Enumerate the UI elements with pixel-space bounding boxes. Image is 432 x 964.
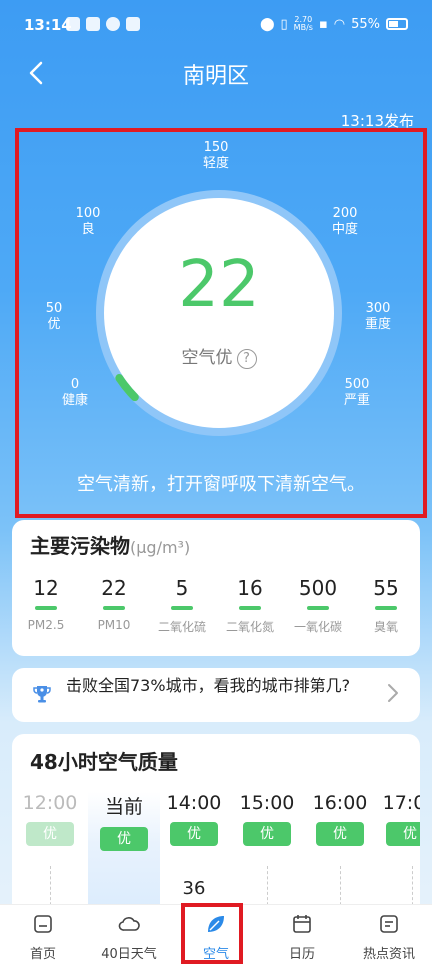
- nav-label: 40日天气: [101, 947, 157, 962]
- info-icon: [106, 17, 120, 31]
- pollutant-co[interactable]: 500 一氧化碳: [284, 576, 352, 635]
- sim-icon: ▪: [318, 16, 328, 32]
- nav-item-calendar[interactable]: 日历: [259, 905, 345, 964]
- hour-aqi-value: 36: [182, 878, 206, 899]
- pollutant-pm25[interactable]: 12 PM2.5: [12, 576, 80, 635]
- net-speed: 2.70 MB/s: [294, 16, 313, 32]
- pollutants-title: 主要污染物(μg/m³): [30, 530, 190, 559]
- pollutant-value: 12: [33, 576, 59, 600]
- wifi-icon: ◠: [333, 16, 346, 32]
- pollutant-pm10[interactable]: 22 PM10: [80, 576, 148, 635]
- nav-label: 首页: [29, 947, 56, 962]
- hour-quality-badge: 优: [243, 822, 291, 846]
- highlight-frame: [15, 128, 427, 518]
- pollutants-card[interactable]: 主要污染物(μg/m³) 12 PM2.5 22 PM10 5 二氧化硫 16 …: [12, 520, 420, 656]
- hour-time: 14:00: [166, 792, 222, 814]
- notification-icons: [66, 17, 140, 31]
- pollutant-name: 臭氧: [373, 620, 398, 634]
- nav-item-home[interactable]: 首页: [0, 905, 86, 964]
- hour-item[interactable]: 17:00 优: [374, 792, 420, 846]
- pollutant-value: 500: [298, 576, 338, 600]
- pollutant-level-bar: [35, 606, 57, 610]
- hour-item[interactable]: 16:00 优: [304, 792, 376, 846]
- nav-label: 日历: [288, 947, 315, 962]
- pollutant-no2[interactable]: 16 二氧化氮: [216, 576, 284, 635]
- hour-quality-badge: 优: [100, 827, 148, 851]
- battery-percent: 55%: [351, 16, 380, 32]
- hour-item-current[interactable]: 当前 优: [88, 792, 160, 922]
- hour-quality-badge: 优: [386, 822, 420, 846]
- status-right: ⬤ ▯ 2.70 MB/s ▪ ◠ 55%: [260, 16, 408, 32]
- nav-label: 热点资讯: [362, 947, 415, 962]
- news-icon: [380, 915, 398, 933]
- nav-item-40day[interactable]: 40日天气: [86, 905, 172, 964]
- pollutant-name: PM2.5: [27, 618, 65, 632]
- hour-item[interactable]: 15:00 优: [231, 792, 303, 846]
- cloud-icon: [118, 917, 140, 931]
- rank-text: 击败全国73%城市，看我的城市排第几?: [66, 676, 351, 695]
- net-speed-unit: MB/s: [293, 23, 313, 32]
- pollutant-level-bar: [375, 606, 397, 610]
- hour-time: 当前: [104, 796, 143, 818]
- status-time: 13:14: [24, 16, 72, 34]
- tiktok-icon: [86, 17, 100, 31]
- nav-item-news[interactable]: 热点资讯: [346, 905, 432, 964]
- pollutant-level-bar: [103, 606, 125, 610]
- pollutant-name: 二氧化氮: [225, 620, 274, 634]
- battery-icon: [386, 18, 408, 30]
- app-icon: [126, 17, 140, 31]
- pollutants-unit: (μg/m³): [130, 538, 191, 557]
- hour-quality-badge: 优: [316, 822, 364, 846]
- pollutant-name: 一氧化碳: [293, 620, 342, 634]
- trophy-icon: [33, 686, 51, 703]
- hour-item[interactable]: 14:00 优: [158, 792, 230, 846]
- cloud-app-icon: [66, 17, 80, 31]
- hour-quality-badge: 优: [170, 822, 218, 846]
- chevron-right-icon: [388, 684, 398, 702]
- pollutant-level-bar: [239, 606, 261, 610]
- hour-time: 15:00: [239, 792, 295, 814]
- location-icon: ⬤: [259, 16, 275, 32]
- hour-item[interactable]: 12:00 优: [14, 792, 86, 846]
- pollutant-level-bar: [307, 606, 329, 610]
- pollutant-value: 22: [101, 576, 127, 600]
- city-rank-banner[interactable]: 击败全国73%城市，看我的城市排第几?: [12, 668, 420, 722]
- pollutant-list: 12 PM2.5 22 PM10 5 二氧化硫 16 二氧化氮 500 一氧化碳…: [12, 576, 420, 635]
- pollutants-title-text: 主要污染物: [30, 534, 130, 558]
- pollutant-level-bar: [171, 606, 193, 610]
- pollutant-name: PM10: [97, 618, 131, 632]
- page-title: 南明区: [182, 64, 249, 89]
- vibrate-icon: ▯: [280, 16, 288, 32]
- pollutant-o3[interactable]: 55 臭氧: [352, 576, 420, 635]
- pollutant-value: 5: [175, 576, 189, 600]
- hour-time: 17:00: [382, 792, 420, 814]
- pollutant-value: 55: [373, 576, 399, 600]
- pollutant-name: 二氧化硫: [157, 620, 206, 634]
- hour-quality-badge: 优: [26, 822, 74, 846]
- hour-time: 16:00: [312, 792, 368, 814]
- pollutant-so2[interactable]: 5 二氧化硫: [148, 576, 216, 635]
- hourly-title: 48小时空气质量: [30, 750, 178, 774]
- pollutant-value: 16: [237, 576, 263, 600]
- hour-time: 12:00: [22, 792, 78, 814]
- calendar-icon: [293, 915, 311, 933]
- home-icon: [34, 915, 52, 933]
- status-bar: 13:14 ⬤ ▯ 2.70 MB/s ▪ ◠ 55%: [0, 0, 432, 50]
- nav-highlight-frame: [181, 903, 243, 964]
